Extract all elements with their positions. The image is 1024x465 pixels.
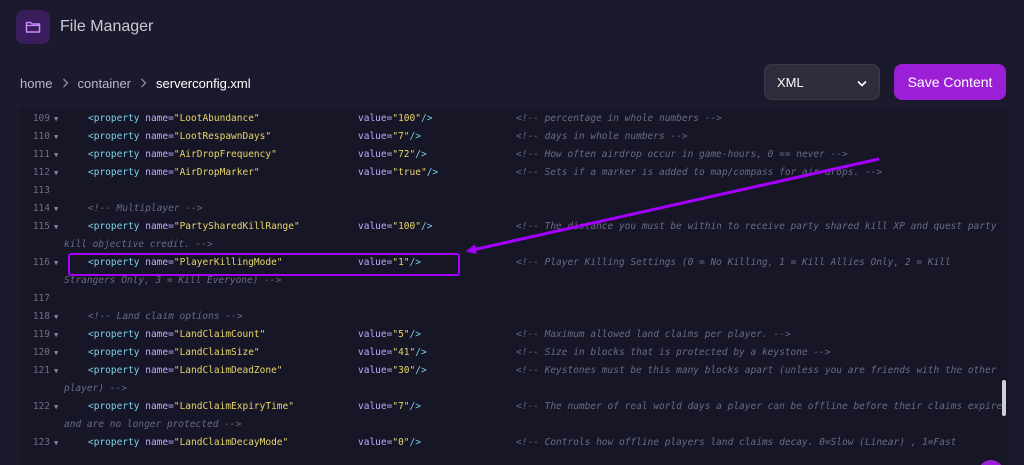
annotation-arrow bbox=[466, 157, 880, 255]
